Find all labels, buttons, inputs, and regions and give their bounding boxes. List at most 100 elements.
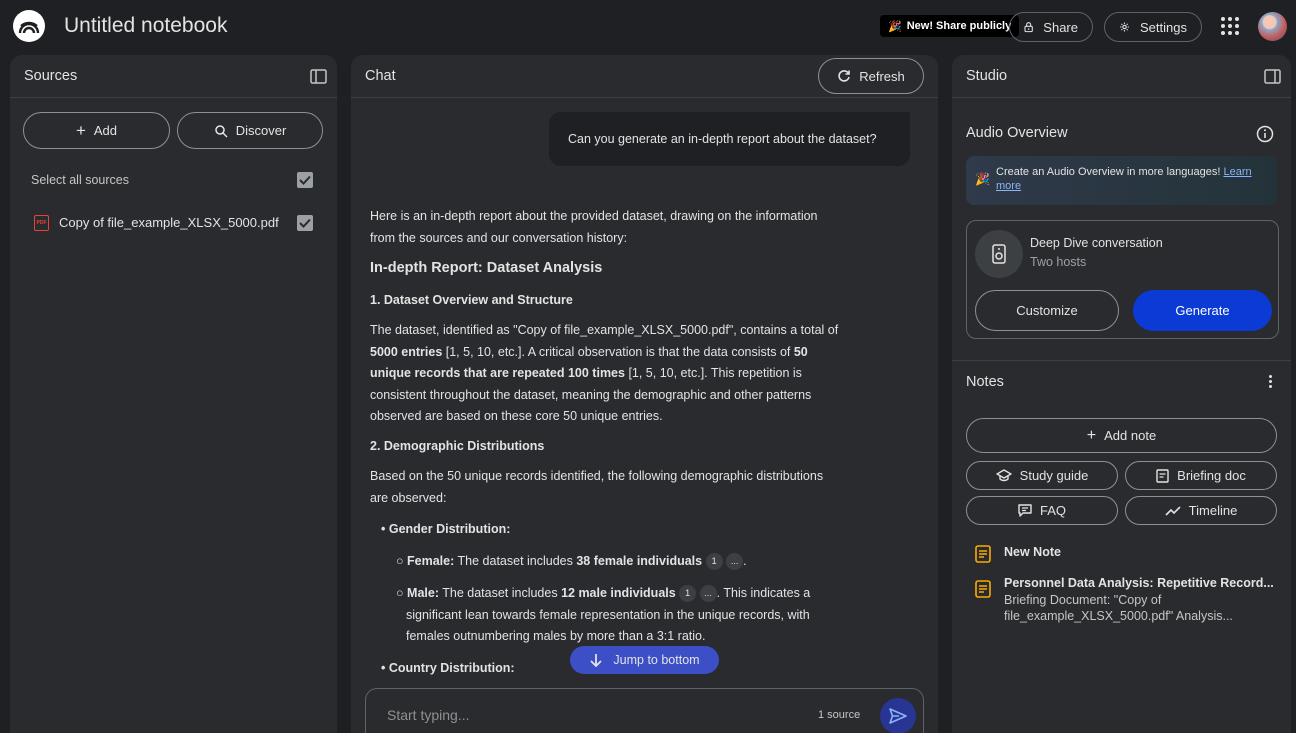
male-bullet: ○ Male: The dataset includes 12 male ind… xyxy=(396,585,811,643)
sources-header: Sources xyxy=(10,55,337,98)
note-title: Personnel Data Analysis: Repetitive Reco… xyxy=(1004,576,1274,590)
discover-search-icon xyxy=(214,124,228,138)
chat-input-placeholder: Start typing... xyxy=(387,707,470,723)
citation-chip[interactable]: 1 xyxy=(679,585,697,603)
new-share-publicly-badge[interactable]: 🎉 New! Share publicly xyxy=(880,15,1020,37)
chat-title: Chat xyxy=(365,68,396,84)
jump-label: Jump to bottom xyxy=(613,653,700,667)
response-intro: Here is an in-depth report about the pro… xyxy=(370,209,818,245)
source-name: Copy of file_example_XLSX_5000.pdf xyxy=(59,215,279,230)
studio-header: Studio xyxy=(952,55,1291,98)
apps-grid-icon[interactable] xyxy=(1221,17,1239,35)
checkmark-icon xyxy=(299,218,311,228)
studio-panel: Studio Audio Overview 🎉 Create an Audio … xyxy=(952,55,1291,733)
add-label: Add xyxy=(93,123,118,138)
send-button[interactable] xyxy=(880,698,916,733)
study-guide-label: Study guide xyxy=(1019,468,1089,483)
female-bold: 38 female individuals xyxy=(576,554,703,568)
lock-icon xyxy=(1024,22,1033,33)
avatar[interactable] xyxy=(1258,12,1287,41)
select-all-checkbox[interactable] xyxy=(297,172,313,188)
settings-button[interactable]: Settings xyxy=(1104,12,1202,42)
male-bold: 12 male individuals xyxy=(561,586,676,600)
studio-title: Studio xyxy=(966,68,1008,84)
source-list-item[interactable]: PDF Copy of file_example_XLSX_5000.pdf xyxy=(10,203,337,243)
chat-header: Chat Refresh xyxy=(351,55,938,98)
timeline-label: Timeline xyxy=(1188,503,1238,518)
refresh-button[interactable]: Refresh xyxy=(818,58,924,94)
note-icon xyxy=(975,580,991,598)
study-guide-button[interactable]: Study guide xyxy=(966,461,1118,490)
checkmark-icon xyxy=(299,175,311,185)
select-all-label: Select all sources xyxy=(31,173,129,187)
notes-title: Notes xyxy=(966,374,1004,390)
discover-button[interactable]: Discover xyxy=(177,112,323,149)
new-badge-label: New! Share publicly xyxy=(906,20,1012,32)
share-label: Share xyxy=(1043,19,1078,35)
graduation-cap-icon xyxy=(995,469,1012,482)
add-note-label: Add note xyxy=(1104,428,1157,443)
info-icon[interactable] xyxy=(1256,125,1274,143)
notebooklm-logo-icon[interactable] xyxy=(13,10,45,42)
banner-text: Create an Audio Overview in more languag… xyxy=(996,166,1224,178)
section1-title: 1. Dataset Overview and Structure xyxy=(370,293,573,307)
generate-button[interactable]: Generate xyxy=(1133,290,1272,331)
collapse-panel-icon[interactable] xyxy=(1264,69,1281,84)
collapse-panel-icon[interactable] xyxy=(310,69,327,84)
citation-more-chip[interactable]: ... xyxy=(699,585,717,603)
top-bar: Untitled notebook 🎉 New! Share publicly … xyxy=(0,0,1296,55)
send-icon xyxy=(889,708,907,724)
add-source-button[interactable]: + Add xyxy=(23,112,170,149)
plus-icon: + xyxy=(1086,426,1097,444)
sources-panel: Sources + Add Discover Select all source… xyxy=(10,55,337,733)
note-item[interactable]: New Note xyxy=(966,541,1277,567)
briefing-doc-icon xyxy=(1156,468,1169,483)
section1-paragraph: The dataset, identified as "Copy of file… xyxy=(370,320,842,428)
audio-overview-title: Audio Overview xyxy=(966,125,1068,141)
party-popper-icon: 🎉 xyxy=(888,20,902,33)
chat-input-box[interactable]: Start typing... 1 source xyxy=(365,688,924,733)
faq-button[interactable]: FAQ xyxy=(966,496,1118,525)
male-label: Male: xyxy=(407,586,439,600)
speaker-icon xyxy=(975,230,1023,278)
languages-banner: 🎉 Create an Audio Overview in more langu… xyxy=(966,156,1277,205)
refresh-icon xyxy=(838,70,851,82)
arrow-down-icon xyxy=(590,654,603,667)
timeline-button[interactable]: Timeline xyxy=(1125,496,1277,525)
share-button[interactable]: Share xyxy=(1009,12,1093,42)
divider xyxy=(952,360,1291,361)
gender-bullet: • Gender Distribution: xyxy=(381,522,511,536)
add-note-button[interactable]: + Add note xyxy=(966,418,1277,453)
refresh-label: Refresh xyxy=(859,68,905,84)
deep-dive-title: Deep Dive conversation xyxy=(1030,236,1163,250)
customize-button[interactable]: Customize xyxy=(975,290,1119,331)
notebook-title[interactable]: Untitled notebook xyxy=(64,14,227,38)
note-title: New Note xyxy=(1004,545,1061,559)
response-heading: In-depth Report: Dataset Analysis xyxy=(370,260,603,276)
jump-to-bottom-button[interactable]: Jump to bottom xyxy=(570,646,719,674)
party-popper-icon: 🎉 xyxy=(975,172,990,186)
generate-label: Generate xyxy=(1175,303,1230,318)
deep-dive-card: Deep Dive conversation Two hosts Customi… xyxy=(966,220,1279,339)
section2-intro: Based on the 50 unique records identifie… xyxy=(370,469,824,505)
male-text: The dataset includes xyxy=(438,586,562,600)
citation-more-chip[interactable]: ... xyxy=(726,553,744,571)
section1-text-a: The dataset, identified as "Copy of file… xyxy=(370,323,839,337)
section2-title: 2. Demographic Distributions xyxy=(370,439,545,453)
note-body: Briefing Document: "Copy of file_example… xyxy=(1004,593,1233,623)
faq-icon xyxy=(1018,504,1032,517)
source-checkbox[interactable] xyxy=(297,215,313,231)
country-label: Country Distribution: xyxy=(388,661,515,675)
sources-title: Sources xyxy=(24,68,78,84)
briefing-doc-button[interactable]: Briefing doc xyxy=(1125,461,1277,490)
more-vert-icon[interactable] xyxy=(1269,375,1273,388)
note-item[interactable]: Personnel Data Analysis: Repetitive Reco… xyxy=(966,572,1277,627)
user-message-bubble: Can you generate an in-depth report abou… xyxy=(549,112,910,166)
citation-chip[interactable]: 1 xyxy=(705,553,723,571)
chat-panel: Chat Refresh Can you generate an in-dept… xyxy=(351,55,938,733)
customize-label: Customize xyxy=(1016,303,1078,318)
gear-icon xyxy=(1120,22,1129,32)
briefing-doc-label: Briefing doc xyxy=(1177,468,1246,483)
gender-label: Gender Distribution: xyxy=(388,522,511,536)
faq-label: FAQ xyxy=(1039,503,1066,518)
